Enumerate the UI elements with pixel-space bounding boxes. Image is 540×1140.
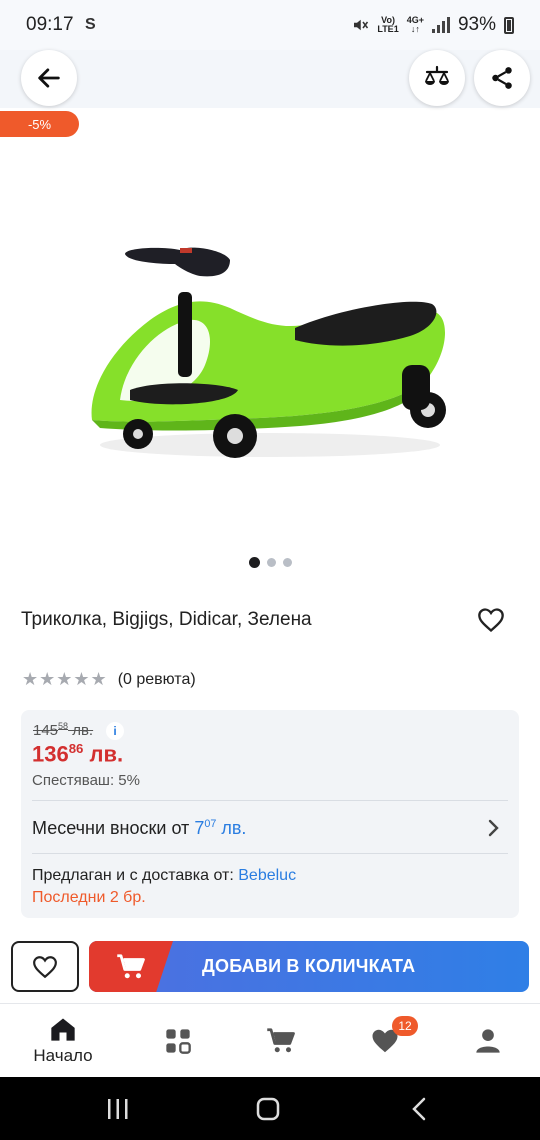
nav-favorites[interactable] — [331, 1004, 439, 1078]
review-count: (0 ревюта) — [117, 670, 196, 688]
image-carousel-dots — [0, 557, 540, 568]
carousel-dot[interactable] — [266, 558, 276, 567]
user-icon — [476, 1029, 500, 1053]
nav-categories[interactable] — [124, 1004, 232, 1078]
signal-icon — [431, 17, 450, 33]
system-nav-bar — [0, 1077, 540, 1140]
current-price: 13686 лв. — [32, 741, 124, 767]
carousel-dot[interactable] — [282, 558, 292, 567]
nav-home[interactable]: Начало — [9, 1004, 117, 1078]
top-bar — [0, 50, 540, 108]
4g-icon: 4G+ ↓↑ — [406, 15, 424, 34]
back-system-icon[interactable] — [410, 1097, 428, 1121]
samsung-s-icon: S — [85, 16, 96, 33]
favorites-count-badge: 12 — [392, 1016, 418, 1036]
add-to-cart-button[interactable]: ДОБАВИ В КОЛИЧКАТА — [89, 941, 529, 992]
recent-apps-icon[interactable] — [106, 1098, 130, 1120]
seller-info: Предлаган и с доставка от: Bebeluc — [32, 867, 297, 884]
rating-row[interactable]: ★★★★★ (0 ревюта) — [22, 669, 196, 690]
compare-button[interactable] — [409, 50, 465, 106]
mute-icon — [354, 19, 369, 31]
heart-outline-icon — [33, 955, 57, 978]
divider — [32, 800, 508, 801]
divider — [32, 853, 508, 854]
installments-link[interactable]: Месечни вноски от 707 лв. — [32, 818, 246, 839]
add-to-wishlist-button[interactable] — [11, 941, 79, 992]
info-icon[interactable]: i — [106, 722, 124, 740]
old-price: 14558 лв. — [33, 721, 94, 739]
star-rating-icon: ★★★★★ — [22, 669, 108, 689]
scale-icon — [425, 65, 449, 85]
carousel-dot[interactable] — [248, 557, 260, 568]
product-title: Триколка, Bigjigs, Didicar, Зелена — [21, 609, 312, 630]
status-time: 09:17 — [26, 14, 74, 35]
chevron-right-icon[interactable] — [487, 818, 501, 838]
product-image[interactable] — [80, 240, 460, 470]
nav-cart[interactable] — [227, 1004, 335, 1078]
home-icon — [51, 1018, 75, 1041]
stock-status: Последни 2 бр. — [32, 889, 146, 906]
discount-badge: -5% — [0, 111, 79, 137]
share-button[interactable] — [474, 50, 530, 106]
seller-link[interactable]: Bebeluc — [238, 867, 296, 884]
grid-icon — [166, 1029, 191, 1054]
volte-icon: Vo) LTE1 — [377, 15, 399, 34]
savings-text: Спестяваш: 5% — [32, 772, 140, 789]
nav-home-label: Начало — [33, 1046, 93, 1065]
battery-percent: 93% — [457, 14, 496, 35]
status-icons: Vo) LTE1 4G+ ↓↑ 93% — [351, 14, 514, 36]
back-button[interactable] — [21, 50, 77, 106]
battery-icon — [504, 16, 514, 34]
home-system-icon[interactable] — [256, 1097, 280, 1121]
cart-section — [89, 941, 173, 992]
bottom-nav: Начало 12 — [0, 1003, 540, 1077]
back-arrow-icon — [38, 68, 60, 88]
nav-account[interactable] — [434, 1004, 540, 1078]
status-bar: 09:17 S Vo) LTE1 4G+ ↓↑ 93% — [0, 0, 540, 50]
cart-nav-icon — [267, 1028, 295, 1053]
cart-icon — [117, 953, 145, 978]
favorite-heart-icon[interactable] — [477, 607, 505, 633]
add-to-cart-label: ДОБАВИ В КОЛИЧКАТА — [202, 956, 416, 976]
price-card: 14558 лв. i 13686 лв. Спестяваш: 5% Месе… — [21, 710, 519, 918]
share-icon — [492, 67, 512, 89]
